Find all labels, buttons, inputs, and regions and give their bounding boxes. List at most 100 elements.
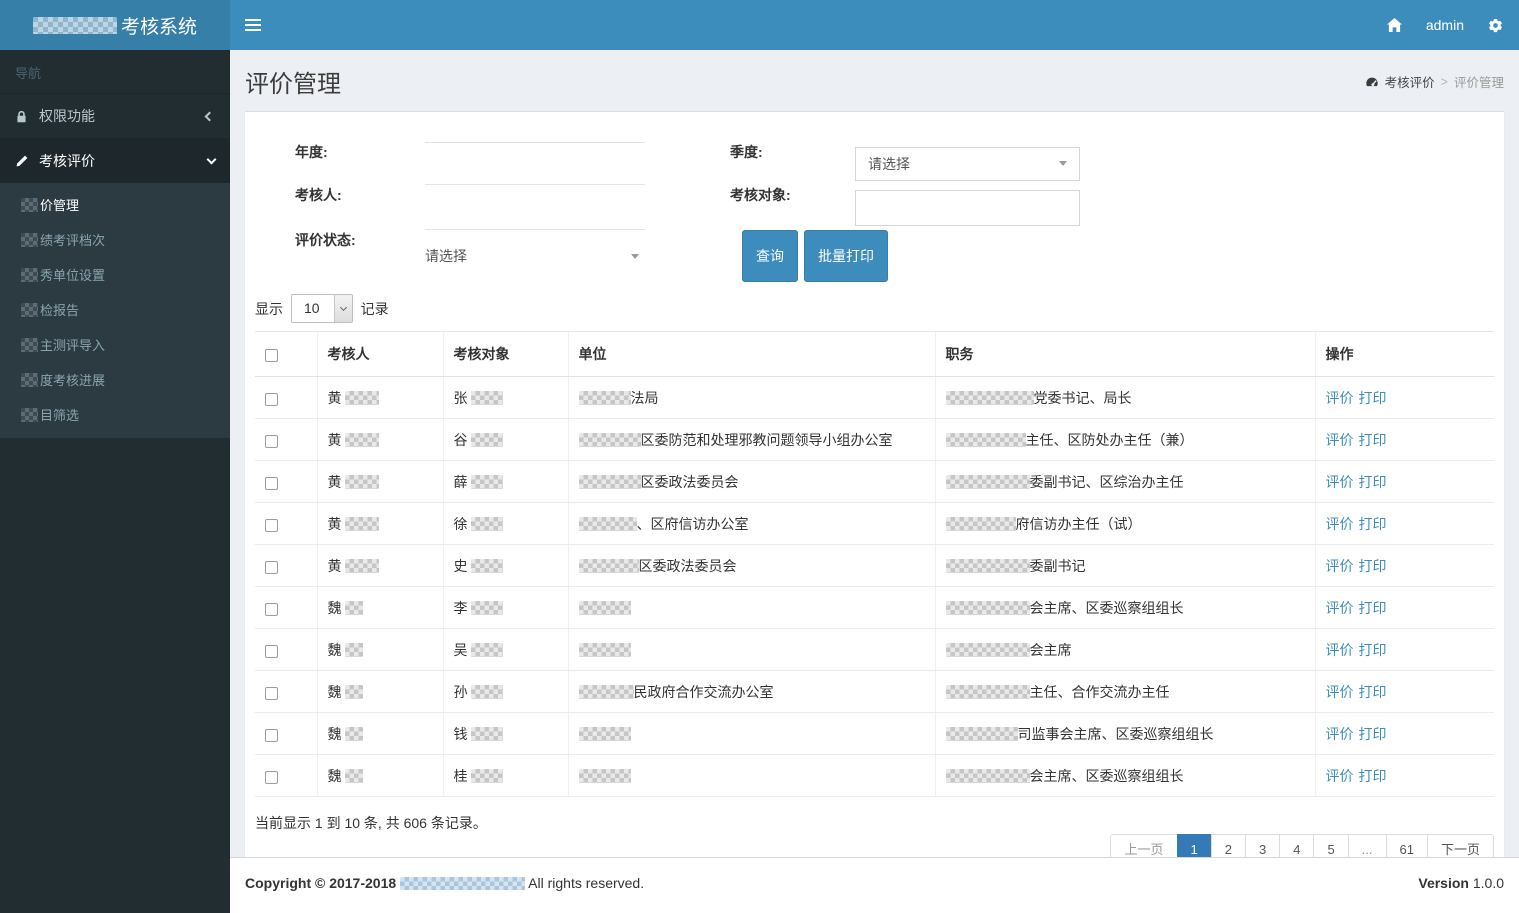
print-link[interactable]: 打印 xyxy=(1359,516,1387,532)
print-link[interactable]: 打印 xyxy=(1359,600,1387,616)
chevron-left-icon xyxy=(204,111,215,121)
app-logo[interactable]: 考核系统 xyxy=(0,0,230,50)
unit-name: 区委防范和处理邪教问题领导小组办公室 xyxy=(640,432,893,448)
breadcrumb-parent[interactable]: 考核评价 xyxy=(1385,72,1435,91)
year-input[interactable] xyxy=(425,142,645,185)
sidebar-item-permissions[interactable]: 权限功能 xyxy=(0,93,230,138)
redacted-unit-name xyxy=(578,727,631,741)
redacted-unit-name xyxy=(578,643,631,657)
redacted-unit-name xyxy=(578,475,641,489)
print-link[interactable]: 打印 xyxy=(1359,684,1387,700)
pagination-page-button[interactable]: 3 xyxy=(1244,834,1281,857)
sidebar-subitem-label: 主测评导入 xyxy=(40,338,106,353)
evaluate-link[interactable]: 评价 xyxy=(1326,684,1354,700)
table-row: 黄 薛 区委政法委员会 委副书记、区综治办主任 评价 打印 xyxy=(255,460,1494,503)
duty-name: 府信访办主任（试） xyxy=(1015,516,1142,532)
sidebar-subitem[interactable]: 绩考评档次 xyxy=(0,222,230,257)
print-link[interactable]: 打印 xyxy=(1359,432,1387,448)
print-link[interactable]: 打印 xyxy=(1359,642,1387,658)
row-checkbox[interactable] xyxy=(265,434,278,448)
sidebar-subitem[interactable]: 价管理 xyxy=(0,187,230,222)
pagination-next-button[interactable]: 下一页 xyxy=(1426,834,1494,857)
redacted-subitem-prefix xyxy=(21,337,38,352)
redacted-duty-prefix xyxy=(945,727,1018,741)
print-link[interactable]: 打印 xyxy=(1359,390,1387,406)
top-bar: 考核系统 admin xyxy=(0,0,1519,50)
redacted-target-name xyxy=(471,475,504,489)
column-header-unit: 单位 xyxy=(567,331,935,377)
row-checkbox[interactable] xyxy=(265,392,278,406)
main-panel: 年度: 季度: 请选择 考核人: 考核对象: 评价状态: 请选择 查询 批量打印 xyxy=(245,111,1504,857)
gear-icon[interactable] xyxy=(1488,18,1503,33)
quarter-select[interactable]: 请选择 xyxy=(855,146,1080,181)
target-name: 孙 xyxy=(453,684,468,700)
sidebar-subitem[interactable]: 主测评导入 xyxy=(0,327,230,362)
evaluate-link[interactable]: 评价 xyxy=(1326,600,1354,616)
redacted-assessor-name xyxy=(345,727,364,741)
sidebar-toggle-button[interactable] xyxy=(230,0,275,50)
status-select[interactable]: 请选择 xyxy=(425,230,645,282)
redacted-target-name xyxy=(471,391,504,405)
pagination-page-button[interactable]: 5 xyxy=(1313,834,1349,857)
user-menu[interactable]: admin xyxy=(1426,17,1464,33)
batch-print-button[interactable]: 批量打印 xyxy=(804,230,888,282)
sidebar-item-assessment[interactable]: 考核评价 xyxy=(0,138,230,183)
evaluate-link[interactable]: 评价 xyxy=(1326,474,1354,490)
evaluate-link[interactable]: 评价 xyxy=(1326,642,1354,658)
print-link[interactable]: 打印 xyxy=(1359,474,1387,490)
select-all-checkbox[interactable] xyxy=(265,348,278,362)
select-arrow-icon xyxy=(333,295,352,322)
table-row: 魏 孙 民政府合作交流办公室 主任、合作交流办主任 评价 打印 xyxy=(255,670,1494,713)
redacted-subitem-prefix xyxy=(21,197,38,212)
pagination-prev-button[interactable]: 上一页 xyxy=(1110,834,1178,857)
show-label: 显示 xyxy=(255,300,283,317)
print-link[interactable]: 打印 xyxy=(1359,768,1387,784)
row-checkbox[interactable] xyxy=(265,770,278,784)
assessor-input[interactable] xyxy=(425,185,645,230)
evaluate-link[interactable]: 评价 xyxy=(1326,432,1354,448)
target-input[interactable] xyxy=(855,189,1080,226)
table-summary: 当前显示 1 到 10 条, 共 606 条记录。 xyxy=(255,815,487,831)
pagination-page-button[interactable]: 2 xyxy=(1210,834,1246,857)
duty-name: 委副书记 xyxy=(1029,558,1086,574)
sidebar-subitem[interactable]: 度考核进展 xyxy=(0,362,230,397)
sidebar-subitem[interactable]: 目筛选 xyxy=(0,397,230,432)
sidebar-item-label: 权限功能 xyxy=(39,108,95,124)
sidebar-subitem[interactable]: 秀单位设置 xyxy=(0,257,230,292)
sidebar-item-label: 考核评价 xyxy=(39,153,95,169)
print-link[interactable]: 打印 xyxy=(1359,558,1387,574)
row-checkbox[interactable] xyxy=(265,644,278,658)
row-checkbox[interactable] xyxy=(265,602,278,616)
pagination-page-button[interactable]: 61 xyxy=(1385,834,1428,857)
redacted-unit-name xyxy=(578,517,637,531)
page-size-select[interactable]: 10 xyxy=(291,294,353,323)
search-button[interactable]: 查询 xyxy=(742,230,798,282)
column-header-actions: 操作 xyxy=(1314,331,1494,377)
row-checkbox[interactable] xyxy=(265,728,278,742)
assessor-name: 魏 xyxy=(327,768,342,784)
page-size-value: 10 xyxy=(292,295,334,322)
redacted-subitem-prefix xyxy=(21,372,38,387)
year-label: 年度: xyxy=(295,144,328,160)
redacted-company-link xyxy=(400,877,526,890)
evaluate-link[interactable]: 评价 xyxy=(1326,726,1354,742)
row-checkbox[interactable] xyxy=(265,518,278,532)
target-name: 吴 xyxy=(453,642,468,658)
redacted-target-name xyxy=(471,559,504,573)
chevron-down-icon xyxy=(206,154,217,165)
version-value: 1.0.0 xyxy=(1472,875,1504,891)
evaluate-link[interactable]: 评价 xyxy=(1326,390,1354,406)
row-checkbox[interactable] xyxy=(265,686,278,700)
redacted-unit-name xyxy=(578,685,634,699)
row-checkbox[interactable] xyxy=(265,560,278,574)
sidebar-subitem[interactable]: 检报告 xyxy=(0,292,230,327)
evaluate-link[interactable]: 评价 xyxy=(1326,516,1354,532)
print-link[interactable]: 打印 xyxy=(1359,726,1387,742)
pagination-page-button[interactable]: 4 xyxy=(1279,834,1315,857)
evaluate-link[interactable]: 评价 xyxy=(1326,768,1354,784)
row-checkbox[interactable] xyxy=(265,476,278,490)
evaluate-link[interactable]: 评价 xyxy=(1326,558,1354,574)
pagination-page-button[interactable]: 1 xyxy=(1176,834,1212,857)
pagination: 上一页 1 2 3 4 5... 61 下一页 xyxy=(1110,834,1494,857)
home-icon[interactable] xyxy=(1386,18,1402,32)
